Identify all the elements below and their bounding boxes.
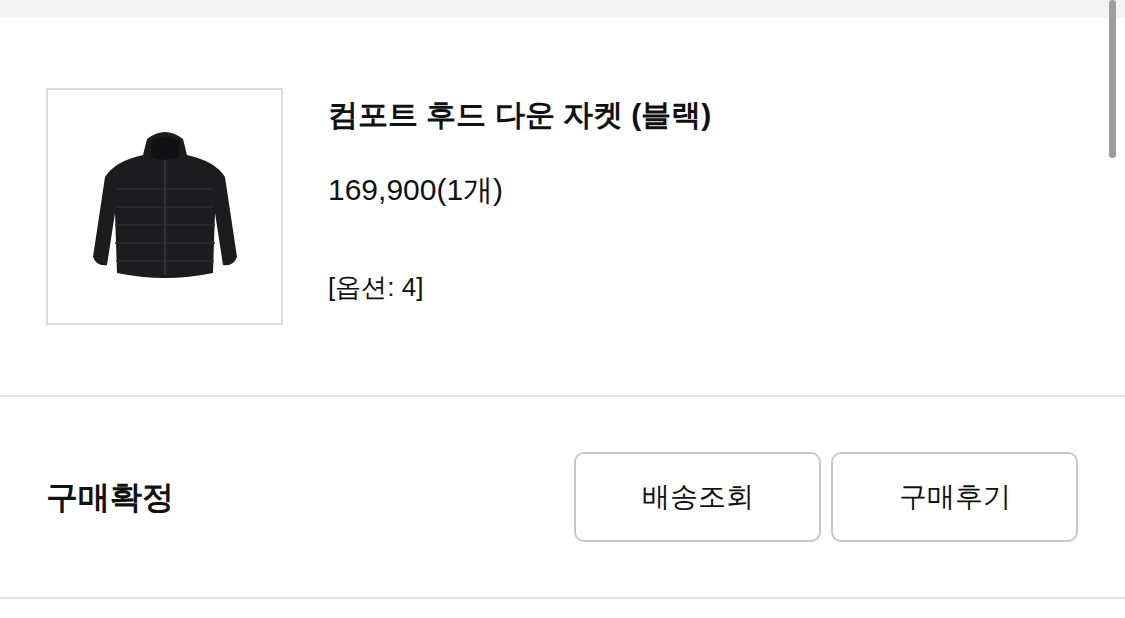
order-actions: 구매확정 배송조회구매후기 [0, 397, 1125, 599]
action-button[interactable]: 구매후기 [831, 452, 1078, 542]
order-item: 컴포트 후드 다운 자켓 (블랙) 169,900(1개) [옵션: 4] [0, 18, 1125, 397]
product-name[interactable]: 컴포트 후드 다운 자켓 (블랙) [328, 97, 711, 133]
product-thumbnail[interactable] [46, 88, 283, 325]
scrollbar-thumb[interactable] [1109, 0, 1116, 158]
product-info: 컴포트 후드 다운 자켓 (블랙) 169,900(1개) [옵션: 4] [328, 88, 711, 325]
action-buttons: 배송조회구매후기 [574, 452, 1078, 542]
product-option: [옵션: 4] [328, 271, 711, 303]
order-status: 구매확정 [46, 473, 174, 521]
order-page: 컴포트 후드 다운 자켓 (블랙) 169,900(1개) [옵션: 4] 구매확정 배… [0, 0, 1125, 618]
action-button[interactable]: 배송조회 [574, 452, 821, 542]
product-photo [75, 117, 255, 297]
product-price: 169,900(1개) [328, 172, 711, 208]
top-strip [0, 0, 1125, 18]
